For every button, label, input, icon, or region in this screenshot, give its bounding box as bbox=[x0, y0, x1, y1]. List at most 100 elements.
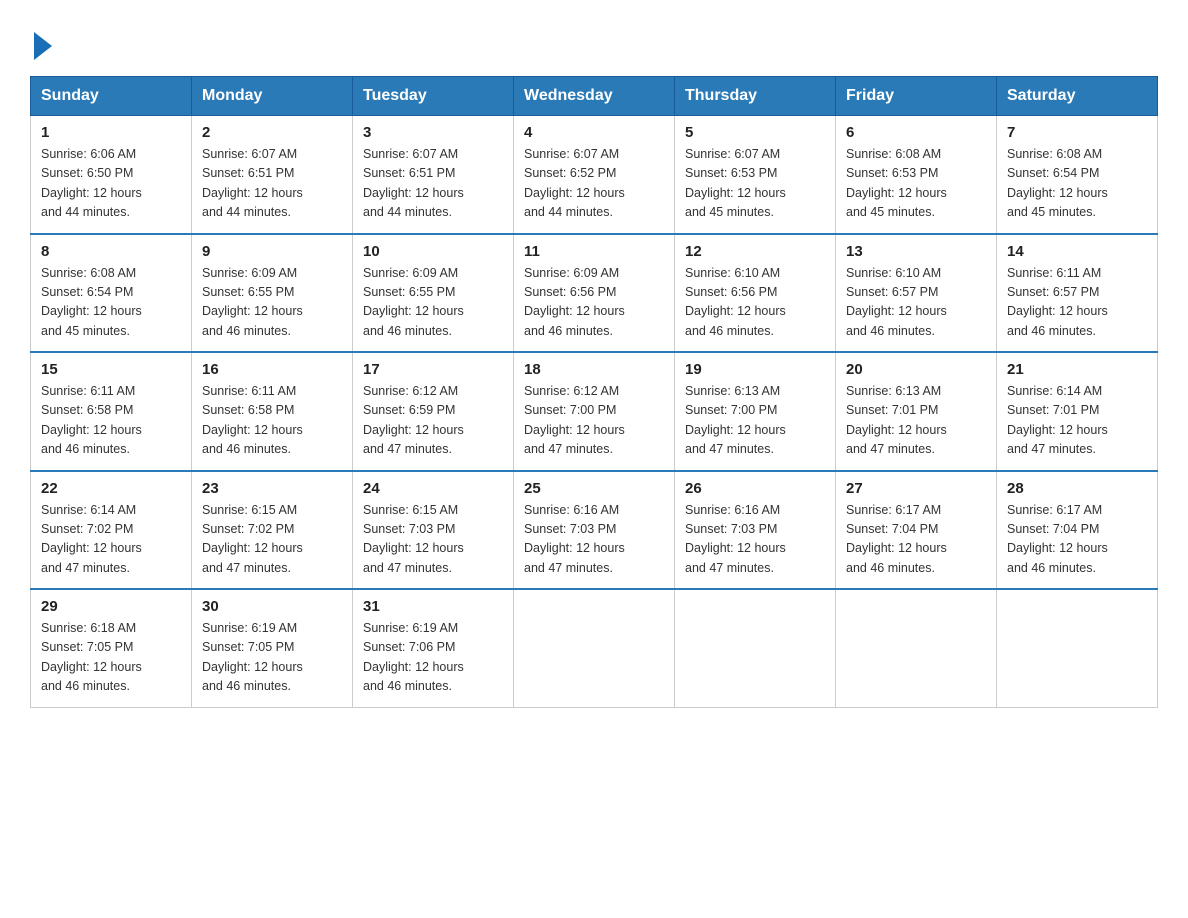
calendar-cell: 1 Sunrise: 6:06 AMSunset: 6:50 PMDaylight… bbox=[31, 116, 192, 234]
calendar-week-row: 15Sunrise: 6:11 AMSunset: 6:58 PMDayligh… bbox=[31, 352, 1158, 471]
calendar-cell: 2 Sunrise: 6:07 AMSunset: 6:51 PMDaylight… bbox=[192, 116, 353, 234]
calendar-week-row: 1 Sunrise: 6:06 AMSunset: 6:50 PMDaylight… bbox=[31, 116, 1158, 234]
day-info: Sunrise: 6:11 AMSunset: 6:58 PMDaylight:… bbox=[41, 382, 181, 460]
calendar-week-row: 29 Sunrise: 6:18 AMSunset: 7:05 PMDayligh… bbox=[31, 589, 1158, 707]
day-number: 1 bbox=[41, 124, 181, 141]
calendar-header-tuesday: Tuesday bbox=[353, 77, 514, 116]
day-info: Sunrise: 6:12 AMSunset: 7:00 PMDaylight:… bbox=[524, 382, 664, 460]
calendar-cell: 5 Sunrise: 6:07 AMSunset: 6:53 PMDaylight… bbox=[675, 116, 836, 234]
calendar-header-row: SundayMondayTuesdayWednesdayThursdayFrid… bbox=[31, 77, 1158, 116]
day-number: 22 bbox=[41, 480, 181, 497]
day-number: 10 bbox=[363, 243, 503, 260]
day-info: Sunrise: 6:17 AMSunset: 7:04 PMDaylight:… bbox=[846, 501, 986, 579]
calendar-cell: 17 Sunrise: 6:12 AMSunset: 6:59 PMDayligh… bbox=[353, 352, 514, 471]
day-info: Sunrise: 6:08 AMSunset: 6:54 PMDaylight:… bbox=[1007, 145, 1147, 223]
calendar-header-monday: Monday bbox=[192, 77, 353, 116]
day-info: Sunrise: 6:12 AMSunset: 6:59 PMDaylight:… bbox=[363, 382, 503, 460]
calendar-cell: 23 Sunrise: 6:15 AMSunset: 7:02 PMDayligh… bbox=[192, 471, 353, 590]
day-info: Sunrise: 6:15 AMSunset: 7:02 PMDaylight:… bbox=[202, 501, 342, 579]
day-info: Sunrise: 6:15 AMSunset: 7:03 PMDaylight:… bbox=[363, 501, 503, 579]
calendar-cell: 9 Sunrise: 6:09 AMSunset: 6:55 PMDaylight… bbox=[192, 234, 353, 353]
day-number: 2 bbox=[202, 124, 342, 141]
day-info: Sunrise: 6:06 AMSunset: 6:50 PMDaylight:… bbox=[41, 145, 181, 223]
calendar-header-sunday: Sunday bbox=[31, 77, 192, 116]
day-number: 11 bbox=[524, 243, 664, 260]
day-number: 16 bbox=[202, 361, 342, 378]
logo-arrow-icon bbox=[34, 32, 52, 60]
day-info: Sunrise: 6:07 AMSunset: 6:51 PMDaylight:… bbox=[363, 145, 503, 223]
calendar-week-row: 8 Sunrise: 6:08 AMSunset: 6:54 PMDaylight… bbox=[31, 234, 1158, 353]
day-number: 13 bbox=[846, 243, 986, 260]
calendar-cell: 26 Sunrise: 6:16 AMSunset: 7:03 PMDayligh… bbox=[675, 471, 836, 590]
calendar-header-friday: Friday bbox=[836, 77, 997, 116]
day-number: 8 bbox=[41, 243, 181, 260]
day-info: Sunrise: 6:09 AMSunset: 6:55 PMDaylight:… bbox=[202, 264, 342, 342]
calendar-header-thursday: Thursday bbox=[675, 77, 836, 116]
calendar-cell bbox=[997, 589, 1158, 707]
day-info: Sunrise: 6:19 AMSunset: 7:05 PMDaylight:… bbox=[202, 619, 342, 697]
day-info: Sunrise: 6:14 AMSunset: 7:02 PMDaylight:… bbox=[41, 501, 181, 579]
day-info: Sunrise: 6:09 AMSunset: 6:56 PMDaylight:… bbox=[524, 264, 664, 342]
calendar-cell: 31 Sunrise: 6:19 AMSunset: 7:06 PMDayligh… bbox=[353, 589, 514, 707]
day-number: 27 bbox=[846, 480, 986, 497]
day-number: 12 bbox=[685, 243, 825, 260]
calendar-cell: 11 Sunrise: 6:09 AMSunset: 6:56 PMDayligh… bbox=[514, 234, 675, 353]
day-number: 24 bbox=[363, 480, 503, 497]
calendar-cell: 18Sunrise: 6:12 AMSunset: 7:00 PMDayligh… bbox=[514, 352, 675, 471]
calendar-cell: 29 Sunrise: 6:18 AMSunset: 7:05 PMDayligh… bbox=[31, 589, 192, 707]
logo bbox=[30, 30, 52, 56]
day-number: 17 bbox=[363, 361, 503, 378]
day-number: 25 bbox=[524, 480, 664, 497]
day-number: 29 bbox=[41, 598, 181, 615]
calendar-cell: 27 Sunrise: 6:17 AMSunset: 7:04 PMDayligh… bbox=[836, 471, 997, 590]
day-number: 23 bbox=[202, 480, 342, 497]
calendar-header-wednesday: Wednesday bbox=[514, 77, 675, 116]
day-number: 30 bbox=[202, 598, 342, 615]
day-info: Sunrise: 6:08 AMSunset: 6:54 PMDaylight:… bbox=[41, 264, 181, 342]
day-info: Sunrise: 6:10 AMSunset: 6:57 PMDaylight:… bbox=[846, 264, 986, 342]
calendar-header-saturday: Saturday bbox=[997, 77, 1158, 116]
day-info: Sunrise: 6:11 AMSunset: 6:58 PMDaylight:… bbox=[202, 382, 342, 460]
calendar-cell: 20 Sunrise: 6:13 AMSunset: 7:01 PMDayligh… bbox=[836, 352, 997, 471]
calendar-cell: 24 Sunrise: 6:15 AMSunset: 7:03 PMDayligh… bbox=[353, 471, 514, 590]
calendar-cell: 21 Sunrise: 6:14 AMSunset: 7:01 PMDayligh… bbox=[997, 352, 1158, 471]
day-info: Sunrise: 6:14 AMSunset: 7:01 PMDaylight:… bbox=[1007, 382, 1147, 460]
calendar-table: SundayMondayTuesdayWednesdayThursdayFrid… bbox=[30, 76, 1158, 708]
day-number: 9 bbox=[202, 243, 342, 260]
calendar-cell: 10 Sunrise: 6:09 AMSunset: 6:55 PMDayligh… bbox=[353, 234, 514, 353]
calendar-cell bbox=[514, 589, 675, 707]
day-number: 5 bbox=[685, 124, 825, 141]
calendar-cell: 8 Sunrise: 6:08 AMSunset: 6:54 PMDaylight… bbox=[31, 234, 192, 353]
day-info: Sunrise: 6:07 AMSunset: 6:53 PMDaylight:… bbox=[685, 145, 825, 223]
day-info: Sunrise: 6:19 AMSunset: 7:06 PMDaylight:… bbox=[363, 619, 503, 697]
day-number: 26 bbox=[685, 480, 825, 497]
calendar-cell: 19Sunrise: 6:13 AMSunset: 7:00 PMDayligh… bbox=[675, 352, 836, 471]
day-info: Sunrise: 6:10 AMSunset: 6:56 PMDaylight:… bbox=[685, 264, 825, 342]
day-info: Sunrise: 6:09 AMSunset: 6:55 PMDaylight:… bbox=[363, 264, 503, 342]
day-number: 21 bbox=[1007, 361, 1147, 378]
day-number: 6 bbox=[846, 124, 986, 141]
calendar-cell: 3 Sunrise: 6:07 AMSunset: 6:51 PMDaylight… bbox=[353, 116, 514, 234]
day-number: 14 bbox=[1007, 243, 1147, 260]
day-info: Sunrise: 6:16 AMSunset: 7:03 PMDaylight:… bbox=[685, 501, 825, 579]
calendar-cell: 25Sunrise: 6:16 AMSunset: 7:03 PMDayligh… bbox=[514, 471, 675, 590]
day-number: 4 bbox=[524, 124, 664, 141]
day-info: Sunrise: 6:08 AMSunset: 6:53 PMDaylight:… bbox=[846, 145, 986, 223]
calendar-cell: 28 Sunrise: 6:17 AMSunset: 7:04 PMDayligh… bbox=[997, 471, 1158, 590]
day-number: 20 bbox=[846, 361, 986, 378]
day-info: Sunrise: 6:07 AMSunset: 6:52 PMDaylight:… bbox=[524, 145, 664, 223]
day-number: 3 bbox=[363, 124, 503, 141]
calendar-cell: 22 Sunrise: 6:14 AMSunset: 7:02 PMDayligh… bbox=[31, 471, 192, 590]
calendar-cell: 30 Sunrise: 6:19 AMSunset: 7:05 PMDayligh… bbox=[192, 589, 353, 707]
day-info: Sunrise: 6:17 AMSunset: 7:04 PMDaylight:… bbox=[1007, 501, 1147, 579]
day-number: 28 bbox=[1007, 480, 1147, 497]
day-number: 31 bbox=[363, 598, 503, 615]
day-info: Sunrise: 6:07 AMSunset: 6:51 PMDaylight:… bbox=[202, 145, 342, 223]
calendar-cell: 14Sunrise: 6:11 AMSunset: 6:57 PMDayligh… bbox=[997, 234, 1158, 353]
day-info: Sunrise: 6:18 AMSunset: 7:05 PMDaylight:… bbox=[41, 619, 181, 697]
calendar-cell: 16 Sunrise: 6:11 AMSunset: 6:58 PMDayligh… bbox=[192, 352, 353, 471]
page-header bbox=[30, 30, 1158, 56]
day-info: Sunrise: 6:13 AMSunset: 7:01 PMDaylight:… bbox=[846, 382, 986, 460]
calendar-cell: 12 Sunrise: 6:10 AMSunset: 6:56 PMDayligh… bbox=[675, 234, 836, 353]
calendar-cell: 7Sunrise: 6:08 AMSunset: 6:54 PMDaylight… bbox=[997, 116, 1158, 234]
